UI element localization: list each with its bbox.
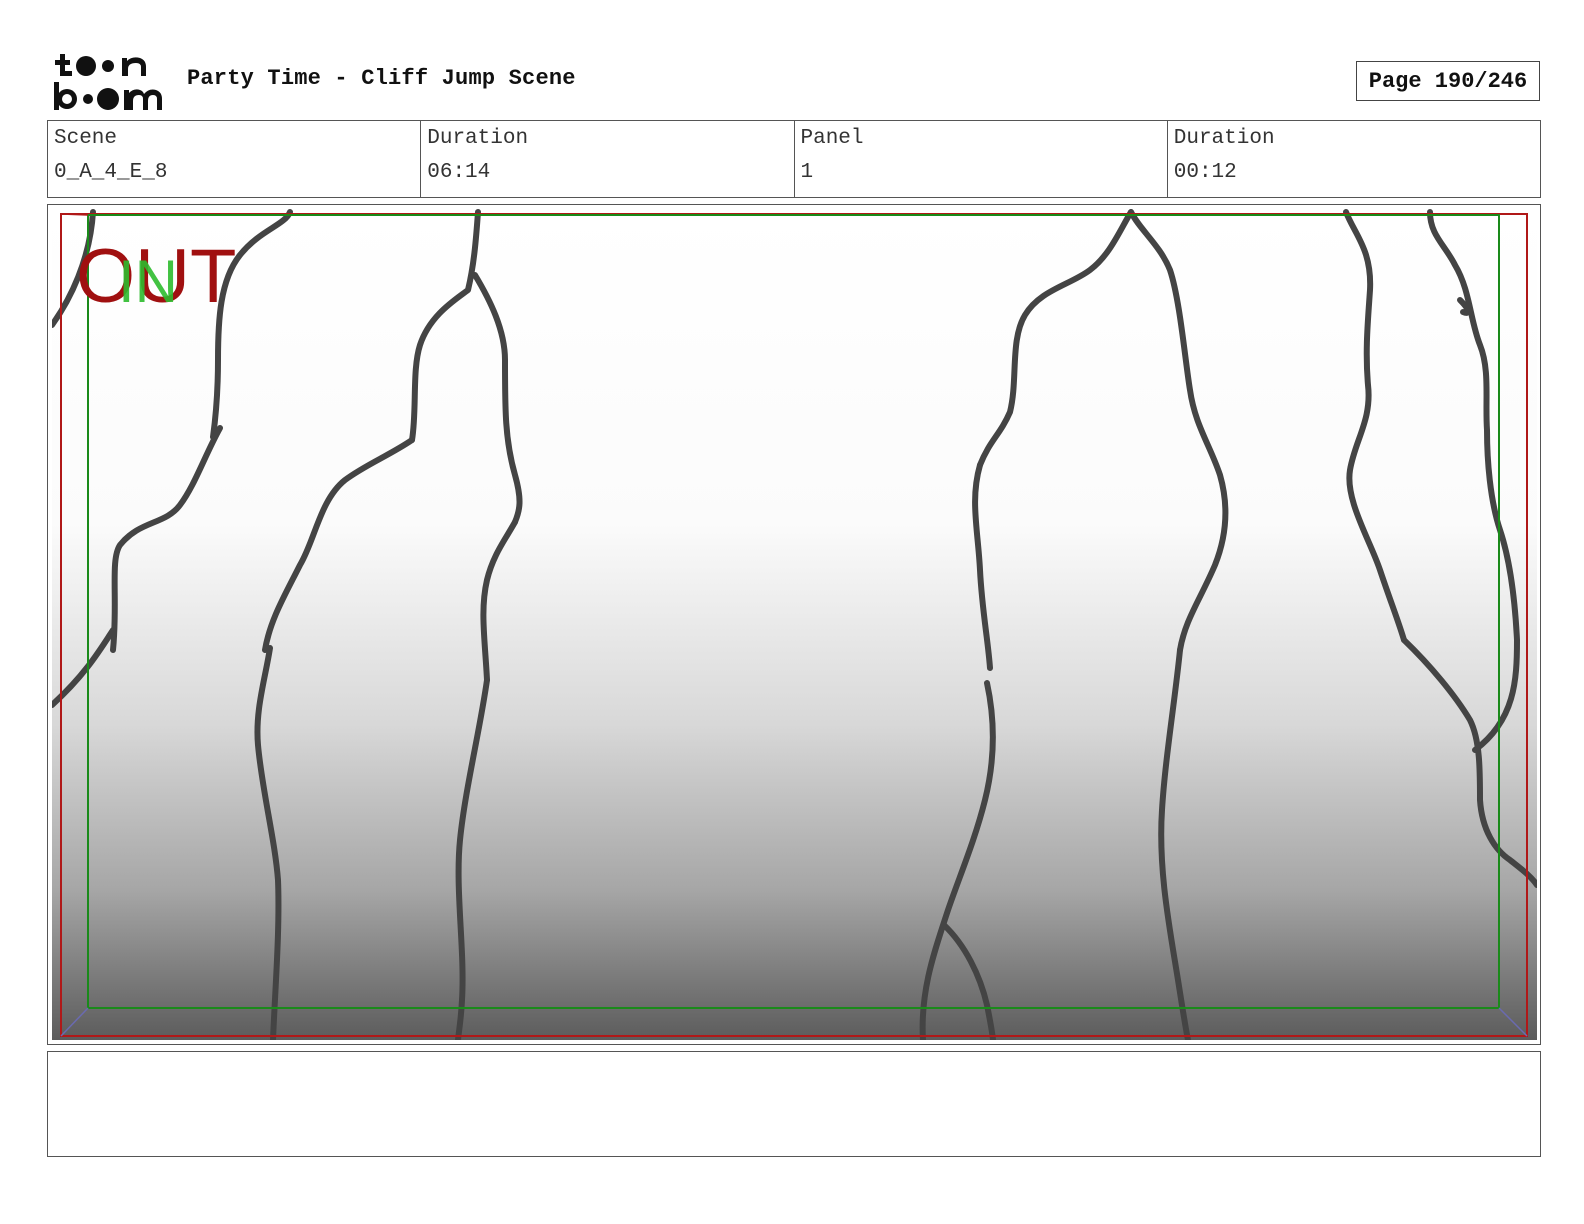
scene-label: Scene [54, 127, 118, 150]
storyboard-panel-drawing: OUT IN [52, 209, 1537, 1040]
scene-duration-value: 06:14 [427, 161, 491, 184]
page-number-badge: Page 190/246 [1356, 61, 1540, 101]
panel-duration-cell: Duration 00:12 [1168, 121, 1540, 197]
panel-notes-box [47, 1051, 1541, 1157]
panel-label: Panel [800, 127, 864, 150]
panel-value: 1 [800, 161, 814, 184]
page-number-label: Page 190/246 [1368, 68, 1528, 94]
document-title: Party Time - Cliff Jump Scene [187, 66, 576, 91]
scene-value: 0_A_4_E_8 [54, 161, 168, 184]
panel-cell: Panel 1 [795, 121, 1168, 197]
panel-info-table: Scene 0_A_4_E_8 Duration 06:14 Panel 1 D… [47, 120, 1541, 198]
scene-cell: Scene 0_A_4_E_8 [48, 121, 422, 197]
panel-duration-label: Duration [1173, 127, 1275, 150]
scene-duration-cell: Duration 06:14 [421, 121, 795, 197]
panel-duration-value: 00:12 [1173, 161, 1237, 184]
frame-corner-line [60, 213, 89, 216]
scene-duration-label: Duration [427, 127, 529, 150]
toon-boom-logo [54, 54, 162, 110]
in-marker: IN [118, 248, 178, 315]
